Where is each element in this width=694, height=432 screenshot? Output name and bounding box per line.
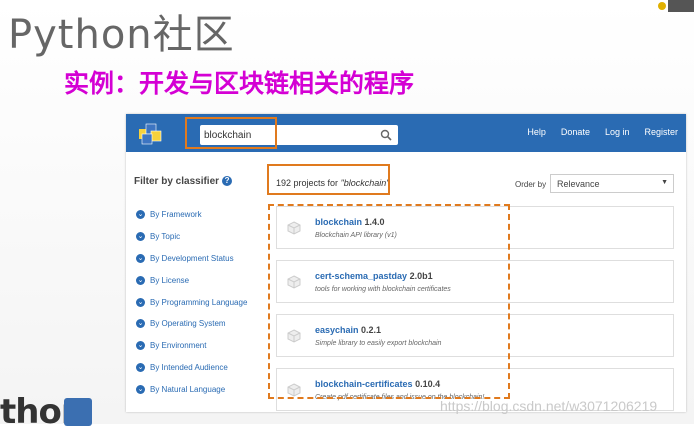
chevron-down-icon: ⌄ [136, 275, 145, 285]
chevron-down-icon: ⌄ [136, 341, 145, 351]
chevron-down-icon: ⌄ [136, 384, 145, 394]
filter-programming-language[interactable]: ⌄ By Programming Language [136, 291, 247, 313]
corner-badge [668, 0, 694, 12]
filter-environment[interactable]: ⌄ By Environment [136, 335, 247, 357]
order-by-label: Order by [515, 180, 547, 189]
filter-natural-language[interactable]: ⌄ By Natural Language [136, 378, 247, 400]
filter-license[interactable]: ⌄ By License [136, 269, 247, 291]
slide-subtitle: 实例：开发与区块链相关的程序 [64, 69, 415, 98]
filter-list: ⌄ By Framework ⌄ By Topic ⌄ By Development … [136, 204, 247, 400]
watermark: https://blog.csdn.net/w3071206219 [440, 398, 658, 414]
filter-framework[interactable]: ⌄ By Framework [136, 204, 247, 226]
filter-intended-audience[interactable]: ⌄ By Intended Audience [136, 357, 247, 379]
search-highlight [185, 117, 277, 149]
search-icon[interactable] [380, 129, 392, 141]
chevron-down-icon: ⌄ [136, 362, 145, 372]
filter-topic[interactable]: ⌄ By Topic [136, 226, 247, 248]
sidebar-title: Filter by classifier? [134, 176, 233, 187]
sidebar-title-text: Filter by classifier [134, 176, 220, 187]
python-logo-box [64, 398, 92, 426]
nav-donate-link[interactable]: Donate [561, 127, 590, 137]
chevron-down-icon: ⌄ [136, 210, 145, 220]
help-icon[interactable]: ? [222, 176, 233, 187]
dropdown-arrow-icon: ▼ [661, 179, 668, 186]
nav-register-link[interactable]: Register [644, 127, 678, 137]
topbar: Help Donate Log in Register [126, 114, 686, 152]
chevron-down-icon: ⌄ [136, 232, 145, 242]
chevron-down-icon: ⌄ [136, 253, 145, 263]
order-by-select[interactable]: Relevance ▼ [550, 174, 674, 193]
count-highlight [267, 164, 390, 195]
top-nav: Help Donate Log in Register [527, 127, 678, 137]
slide-title: Python社区 [8, 12, 235, 58]
filter-development-status[interactable]: ⌄ By Development Status [136, 248, 247, 270]
nav-help-link[interactable]: Help [527, 127, 546, 137]
nav-login-link[interactable]: Log in [605, 127, 630, 137]
filter-operating-system[interactable]: ⌄ By Operating System [136, 313, 247, 335]
window: Help Donate Log in Register Filter by cl… [126, 114, 686, 412]
corner-dot [658, 2, 666, 10]
results-highlight [268, 204, 510, 399]
chevron-down-icon: ⌄ [136, 297, 145, 307]
pypi-logo-icon[interactable] [136, 119, 166, 147]
chevron-down-icon: ⌄ [136, 319, 145, 329]
